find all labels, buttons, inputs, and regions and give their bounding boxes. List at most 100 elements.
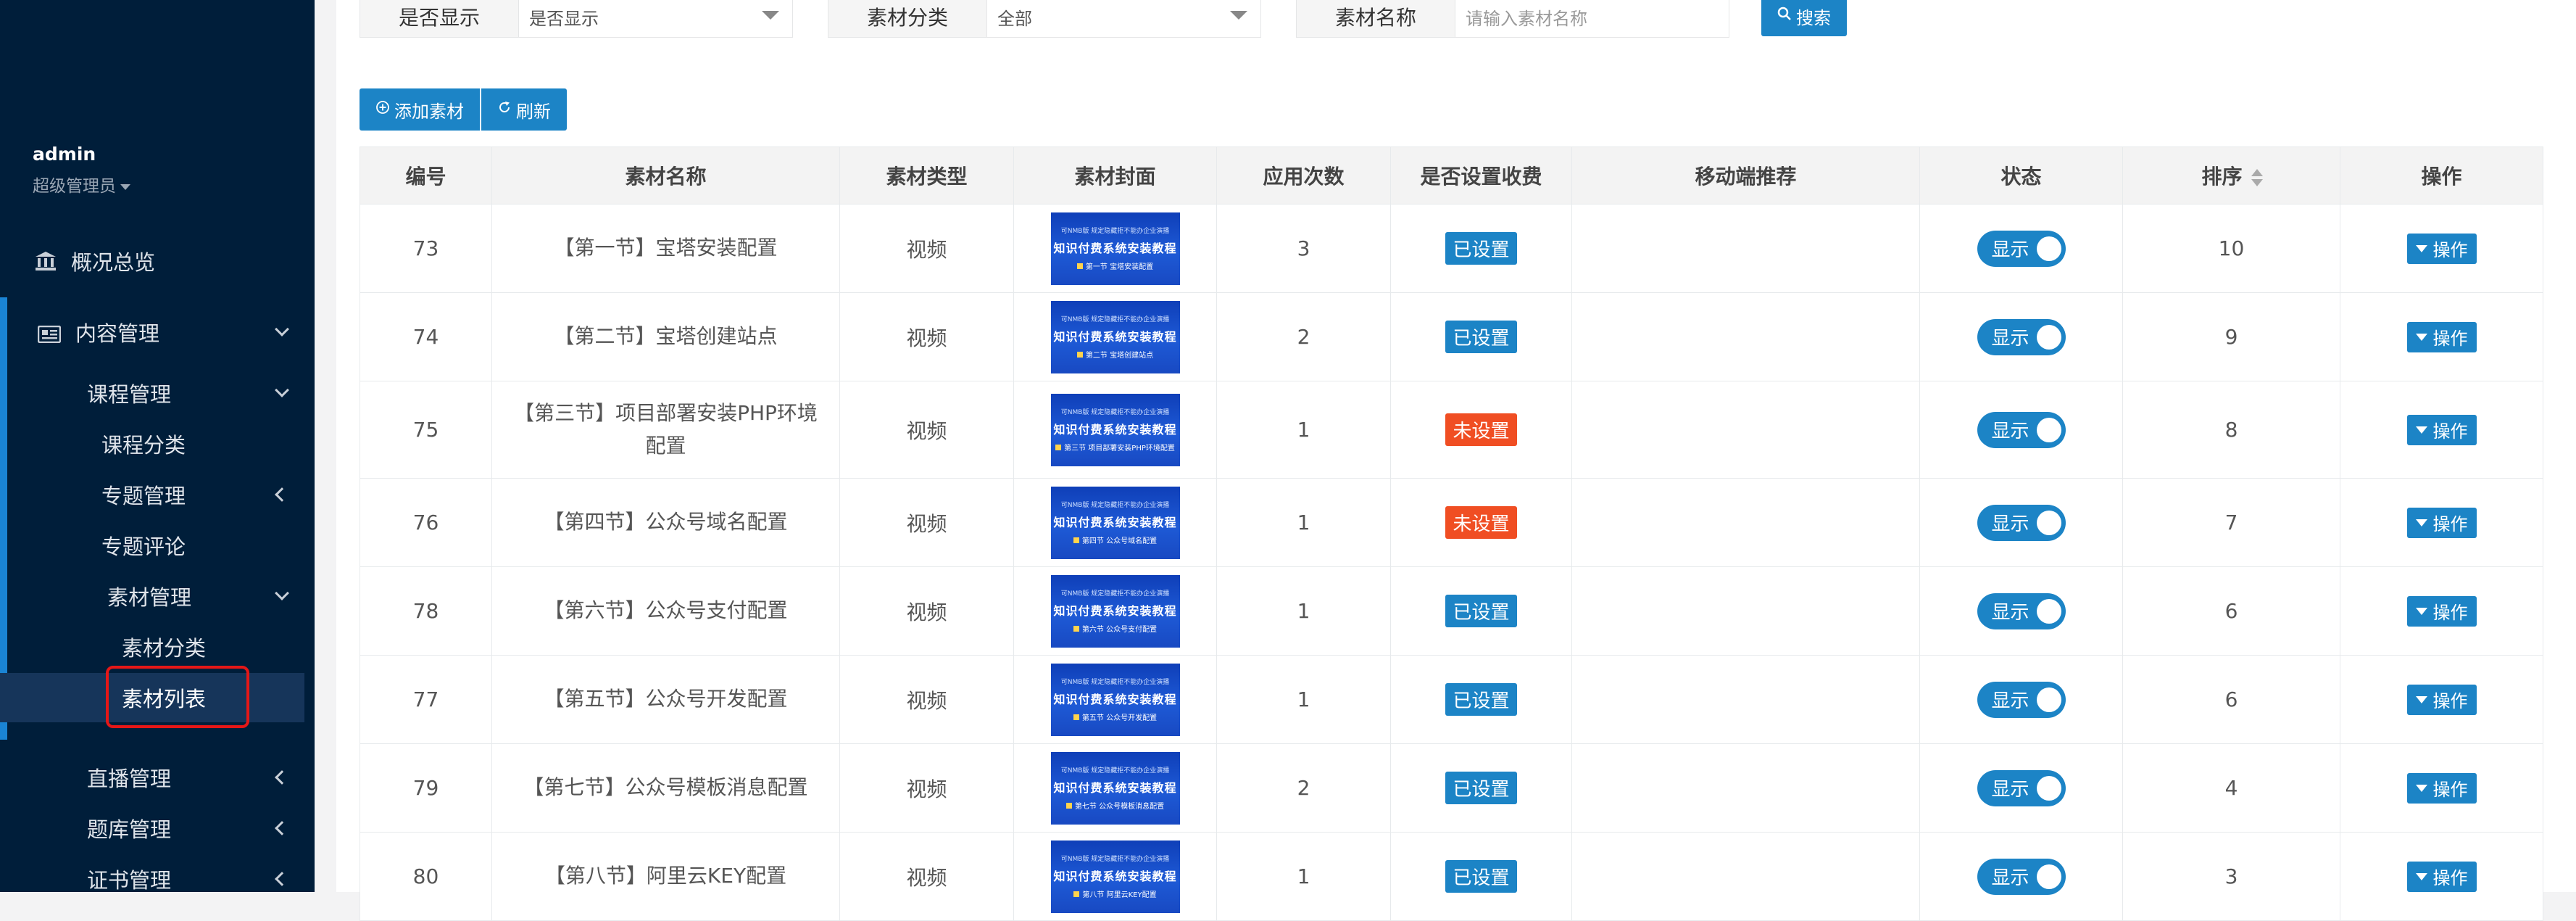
category-select[interactable]: 全部	[987, 0, 1260, 37]
material-cover-image[interactable]: 可NMB版 规定隐藏拒不能办企业演播 知识付费系统安装教程 第四节 公众号域名配置	[1050, 486, 1180, 559]
status-toggle[interactable]: 显示	[1977, 681, 2066, 718]
user-role-dropdown[interactable]: 超级管理员	[33, 172, 130, 197]
toggle-knob	[2036, 417, 2061, 442]
material-cover-image[interactable]: 可NMB版 规定隐藏拒不能办企业演播 知识付费系统安装教程 第一节 宝塔安装配置	[1050, 212, 1180, 285]
cell-cover: 可NMB版 规定隐藏拒不能办企业演播 知识付费系统安装教程 第三节 项目部署安装PH…	[1013, 381, 1217, 479]
material-cover-image[interactable]: 可NMB版 规定隐藏拒不能办企业演播 知识付费系统安装教程 第三节 项目部署安装PH…	[1050, 393, 1180, 466]
col-header-type: 素材类型	[839, 146, 1014, 205]
material-cover-image[interactable]: 可NMB版 规定隐藏拒不能办企业演播 知识付费系统安装教程 第六节 公众号支付配置	[1050, 574, 1180, 648]
sidebar-item-label: 题库管理	[87, 817, 172, 842]
actions-label: 操作	[2432, 240, 2468, 260]
sidebar-item-label: 专题评论	[101, 534, 186, 559]
actions-dropdown-button[interactable]: 操作	[2406, 861, 2477, 892]
cell-status: 显示	[1919, 655, 2123, 744]
sidebar-item-topic-management[interactable]: 专题管理	[0, 480, 315, 509]
sidebar-item-material-category[interactable]: 素材分类	[0, 632, 315, 661]
fee-status-badge[interactable]: 已设置	[1445, 595, 1517, 627]
sidebar-item-certificate-management[interactable]: 证书管理	[0, 864, 315, 893]
cell-id: 74	[360, 292, 492, 381]
material-cover-image[interactable]: 可NMB版 规定隐藏拒不能办企业演播 知识付费系统安装教程 第八节 阿里云KEY配置	[1050, 840, 1180, 913]
cell-name: 【第四节】公众号域名配置	[491, 478, 840, 567]
cover-top-text: 可NMB版 规定隐藏拒不能办企业演播	[1060, 767, 1170, 775]
cover-title: 知识付费系统安装教程	[1053, 869, 1177, 883]
material-name-input[interactable]: 请输入素材名称	[1455, 0, 1729, 37]
status-toggle[interactable]: 显示	[1977, 592, 2066, 629]
show-select[interactable]: 是否显示	[519, 0, 792, 37]
actions-dropdown-button[interactable]: 操作	[2406, 684, 2477, 715]
caret-down-icon	[2415, 333, 2427, 341]
status-toggle[interactable]: 显示	[1977, 318, 2066, 355]
actions-dropdown-button[interactable]: 操作	[2406, 321, 2477, 352]
actions-dropdown-button[interactable]: 操作	[2406, 595, 2477, 627]
status-toggle-label: 显示	[1991, 421, 2029, 442]
search-button[interactable]: 搜索	[1761, 0, 1847, 36]
cell-sort[interactable]: 6	[2122, 566, 2340, 656]
fee-status-badge[interactable]: 未设置	[1445, 413, 1517, 446]
fee-status-badge[interactable]: 已设置	[1445, 321, 1517, 353]
add-material-label: 添加素材	[394, 101, 464, 122]
cell-actions: 操作	[2340, 743, 2543, 833]
cell-status: 显示	[1919, 204, 2123, 293]
cell-sort[interactable]: 8	[2122, 381, 2340, 479]
cell-id: 75	[360, 381, 492, 479]
fee-status-badge[interactable]: 已设置	[1445, 860, 1517, 893]
refresh-button[interactable]: 刷新	[481, 88, 567, 131]
fee-status-badge[interactable]: 已设置	[1445, 232, 1517, 265]
sidebar-item-topic-comment[interactable]: 专题评论	[0, 531, 315, 560]
fee-status-badge[interactable]: 未设置	[1445, 506, 1517, 539]
status-toggle[interactable]: 显示	[1977, 858, 2066, 895]
cover-title: 知识付费系统安装教程	[1053, 515, 1177, 529]
material-cover-image[interactable]: 可NMB版 规定隐藏拒不能办企业演播 知识付费系统安装教程 第七节 公众号模板消息配…	[1050, 751, 1180, 825]
actions-dropdown-button[interactable]: 操作	[2406, 414, 2477, 445]
material-cover-image[interactable]: 可NMB版 规定隐藏拒不能办企业演播 知识付费系统安装教程 第五节 公众号开发配置	[1050, 663, 1180, 736]
cover-subtitle: 第四节 公众号域名配置	[1051, 534, 1180, 545]
cell-cover: 可NMB版 规定隐藏拒不能办企业演播 知识付费系统安装教程 第七节 公众号模板消息配…	[1013, 743, 1217, 833]
status-toggle[interactable]: 显示	[1977, 230, 2066, 267]
cell-actions: 操作	[2340, 292, 2543, 381]
cell-sort[interactable]: 3	[2122, 832, 2340, 921]
cell-fee: 已设置	[1390, 204, 1572, 293]
sidebar-item-content-management[interactable]: 内容管理	[0, 318, 315, 347]
fee-status-badge[interactable]: 已设置	[1445, 683, 1517, 716]
sidebar-item-course-management[interactable]: 课程管理	[0, 379, 315, 408]
cell-id: 73	[360, 204, 492, 293]
table-row: 74 【第二节】宝塔创建站点 视频 可NMB版 规定隐藏拒不能办企业演播 知识付费系统安…	[360, 292, 2543, 381]
add-material-button[interactable]: 添加素材	[360, 88, 480, 131]
material-cover-image[interactable]: 可NMB版 规定隐藏拒不能办企业演播 知识付费系统安装教程 第二节 宝塔创建站点	[1050, 300, 1180, 373]
cover-title: 知识付费系统安装教程	[1053, 422, 1177, 437]
filter-category: 素材分类 全部	[828, 0, 1261, 38]
cell-sort[interactable]: 7	[2122, 478, 2340, 567]
cover-title: 知识付费系统安装教程	[1053, 329, 1177, 344]
cell-fee: 已设置	[1390, 655, 1572, 744]
cell-actions: 操作	[2340, 381, 2543, 479]
actions-dropdown-button[interactable]: 操作	[2406, 772, 2477, 804]
cover-top-text: 可NMB版 规定隐藏拒不能办企业演播	[1060, 408, 1170, 416]
caret-down-icon	[120, 183, 130, 190]
cell-sort[interactable]: 9	[2122, 292, 2340, 381]
chevron-left-icon	[275, 872, 289, 886]
cell-sort[interactable]: 6	[2122, 655, 2340, 744]
cell-sort[interactable]: 10	[2122, 204, 2340, 293]
cover-title: 知识付费系统安装教程	[1053, 780, 1177, 795]
sidebar-item-course-category[interactable]: 课程分类	[0, 429, 315, 458]
col-header-sort[interactable]: 排序	[2122, 146, 2340, 205]
sidebar-item-live-management[interactable]: 直播管理	[0, 763, 315, 792]
cell-uses: 2	[1216, 743, 1391, 833]
cover-top-text: 可NMB版 规定隐藏拒不能办企业演播	[1060, 855, 1170, 863]
actions-dropdown-button[interactable]: 操作	[2406, 507, 2477, 538]
cell-uses: 1	[1216, 381, 1391, 479]
actions-label: 操作	[2432, 868, 2468, 888]
refresh-icon	[497, 100, 512, 119]
status-toggle[interactable]: 显示	[1977, 504, 2066, 541]
cell-fee: 未设置	[1390, 381, 1572, 479]
sidebar-item-overview[interactable]: 概况总览	[0, 247, 315, 276]
sidebar-item-material-management[interactable]: 素材管理	[0, 582, 315, 611]
actions-dropdown-button[interactable]: 操作	[2406, 233, 2477, 264]
status-toggle[interactable]: 显示	[1977, 411, 2066, 448]
cell-id: 80	[360, 832, 492, 921]
cell-sort[interactable]: 4	[2122, 743, 2340, 833]
status-toggle[interactable]: 显示	[1977, 769, 2066, 806]
fee-status-badge[interactable]: 已设置	[1445, 772, 1517, 804]
sidebar-item-question-bank[interactable]: 题库管理	[0, 814, 315, 843]
cell-id: 79	[360, 743, 492, 833]
